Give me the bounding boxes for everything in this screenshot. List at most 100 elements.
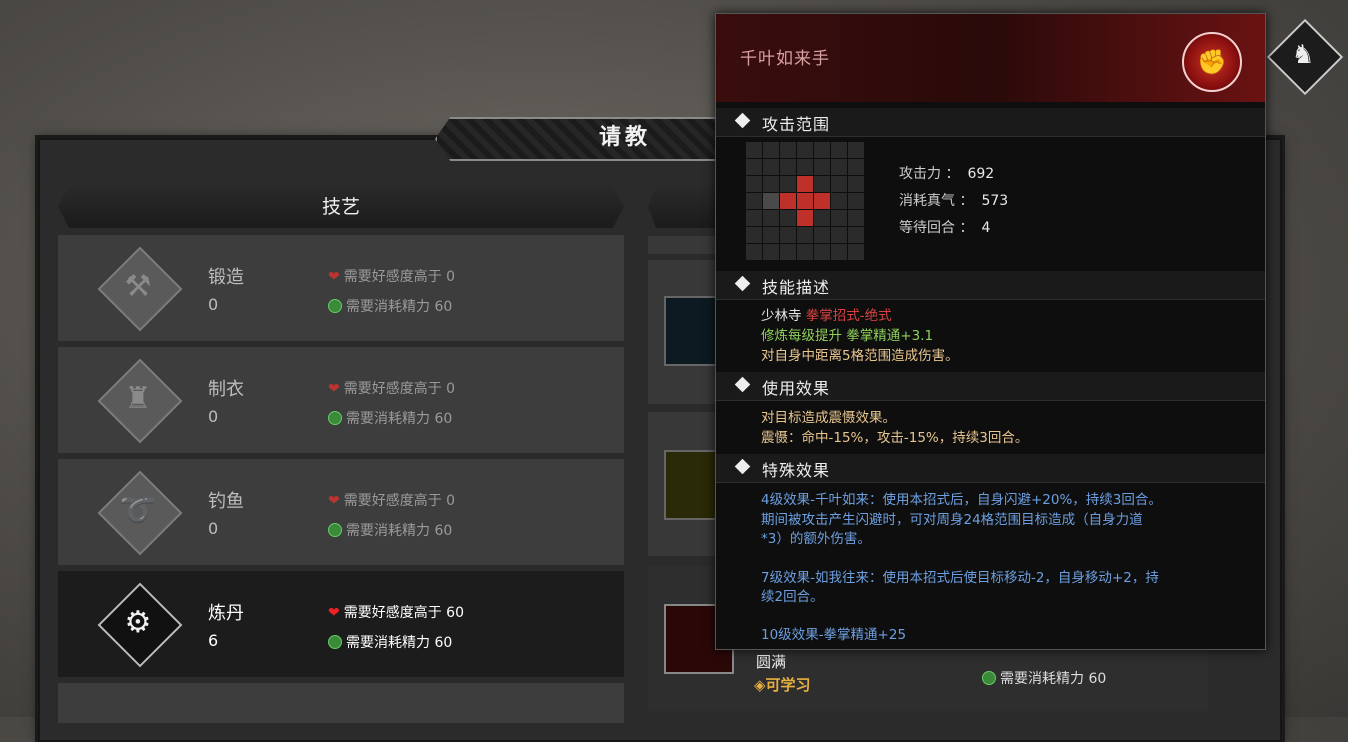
range-cell (814, 227, 830, 243)
diamond-icon (734, 275, 751, 292)
range-cell (831, 244, 847, 260)
section-description-title: 技能描述 (762, 278, 831, 297)
section-usage-title: 使用效果 (762, 379, 831, 398)
skill-tooltip: 千叶如来手 ✊ 攻击范围 攻击力 ： 692 消耗真气 ： 573 等待回合 ： 4 … (715, 13, 1266, 650)
section-special: 特殊效果 (716, 454, 1265, 483)
range-cell (848, 227, 864, 243)
range-cell (763, 176, 779, 192)
energy-icon (328, 635, 342, 649)
range-cell-hit (797, 210, 813, 226)
range-cell (780, 159, 796, 175)
skill-name: 锻造 (208, 267, 244, 288)
heart-icon: ❤ (328, 605, 340, 621)
range-cell-hit (780, 193, 796, 209)
energy-requirement: 需要消耗精力 60 (328, 296, 452, 316)
range-cell (831, 176, 847, 192)
skills-header: 技艺 (321, 196, 360, 218)
range-cell (831, 142, 847, 158)
range-cell (797, 142, 813, 158)
skill-row-alchemy[interactable]: ⚙ 炼丹 6 ❤ 需要好感度高于 60 需要消耗精力 60 (58, 571, 624, 677)
range-cell (746, 193, 762, 209)
alchemy-icon: ⚙ (97, 582, 183, 668)
desc-effect-line: 对自身中距离5格范围造成伤害。 (761, 348, 959, 364)
energy-icon (328, 523, 342, 537)
skill-level: 0 (208, 407, 219, 426)
range-cell-self (763, 193, 779, 209)
range-cell (848, 142, 864, 158)
energy-requirement: 需要消耗精力 60 (328, 520, 452, 540)
range-cell (780, 227, 796, 243)
range-cell (763, 142, 779, 158)
special-line: 7级效果-如我往来：使用本招式后使目标移动-2，自身移动+2，持 (761, 570, 1159, 586)
fishing-icon: ➰ (97, 470, 183, 556)
energy-icon (982, 671, 996, 685)
section-description: 技能描述 (716, 271, 1265, 300)
section-range: 攻击范围 (716, 108, 1265, 137)
range-cell (848, 210, 864, 226)
range-cell (763, 210, 779, 226)
range-cell (814, 244, 830, 260)
desc-train-line: 修炼每级提升 拳掌精通+3.1 (761, 328, 934, 344)
affinity-requirement: ❤ 需要好感度高于 0 (328, 269, 456, 285)
diamond-icon (734, 376, 751, 393)
skill-row-fishing[interactable]: ➰ 钓鱼 0 ❤ 需要好感度高于 0 需要消耗精力 60 (58, 459, 624, 565)
stat-attack: 攻击力 ： 692 (899, 166, 995, 182)
range-cell (780, 210, 796, 226)
stat-wait-turns: 等待回合 ： 4 (899, 220, 991, 236)
heart-icon: ❤ (328, 269, 340, 285)
section-special-title: 特殊效果 (762, 461, 831, 480)
range-cell (831, 193, 847, 209)
skill-row-forging[interactable]: ⚒ 锻造 0 ❤ 需要好感度高于 0 需要消耗精力 60 (58, 235, 624, 341)
tooltip-title: 千叶如来手 (740, 49, 830, 69)
range-cell (797, 159, 813, 175)
range-cell (746, 142, 762, 158)
range-cell (814, 176, 830, 192)
shaolin-fist-icon: ✊ (1182, 32, 1242, 92)
energy-requirement: 需要消耗精力 60 (982, 668, 1106, 688)
skill-name: 钓鱼 (208, 491, 244, 512)
range-cell (763, 159, 779, 175)
skill-level: 0 (208, 295, 219, 314)
range-grid (746, 142, 866, 262)
learnable-icon: ◈ (754, 676, 766, 694)
range-cell (797, 227, 813, 243)
skill-name: 炼丹 (208, 603, 244, 624)
energy-icon (328, 299, 342, 313)
skill-level-text: 圆满 (756, 653, 787, 671)
special-line: *3）的额外伤害。 (761, 531, 871, 547)
range-cell (848, 159, 864, 175)
range-cell (763, 244, 779, 260)
skill-row-tailoring[interactable]: ♜ 制衣 0 ❤ 需要好感度高于 0 需要消耗精力 60 (58, 347, 624, 453)
affinity-requirement: ❤ 需要好感度高于 0 (328, 381, 456, 397)
dragon-icon: ♞ (1291, 40, 1315, 70)
range-cell-hit (797, 193, 813, 209)
special-line: 期间被攻击产生闪避时，可对周身24格范围目标造成（自身力道 (761, 512, 1143, 528)
character-emblem[interactable]: ♞ (1266, 18, 1344, 96)
forge-icon: ⚒ (97, 246, 183, 332)
skill-name: 制衣 (208, 379, 244, 400)
usage-line-2: 震慑：命中-15%，攻击-15%，持续3回合。 (761, 430, 1029, 446)
range-cell (746, 227, 762, 243)
diamond-icon (734, 112, 751, 129)
skill-row-partial[interactable] (58, 683, 624, 723)
learnable-status: ◈可学习 (754, 676, 811, 694)
section-usage: 使用效果 (716, 372, 1265, 401)
range-cell (797, 244, 813, 260)
range-cell (814, 210, 830, 226)
affinity-requirement: ❤ 需要好感度高于 0 (328, 493, 456, 509)
range-cell (780, 244, 796, 260)
usage-line-1: 对目标造成震慑效果。 (761, 410, 896, 426)
range-cell (814, 142, 830, 158)
range-cell (831, 210, 847, 226)
desc-school-line: 少林寺 拳掌招式-绝式 (761, 308, 892, 324)
range-cell (746, 159, 762, 175)
range-cell (780, 142, 796, 158)
special-line: 续2回合。 (761, 589, 824, 605)
energy-requirement: 需要消耗精力 60 (328, 408, 452, 428)
range-cell (831, 159, 847, 175)
heart-icon: ❤ (328, 493, 340, 509)
stat-qi-cost: 消耗真气 ： 573 (899, 193, 1009, 209)
range-cell-hit (797, 176, 813, 192)
range-cell (763, 227, 779, 243)
affinity-requirement: ❤ 需要好感度高于 60 (328, 605, 464, 621)
